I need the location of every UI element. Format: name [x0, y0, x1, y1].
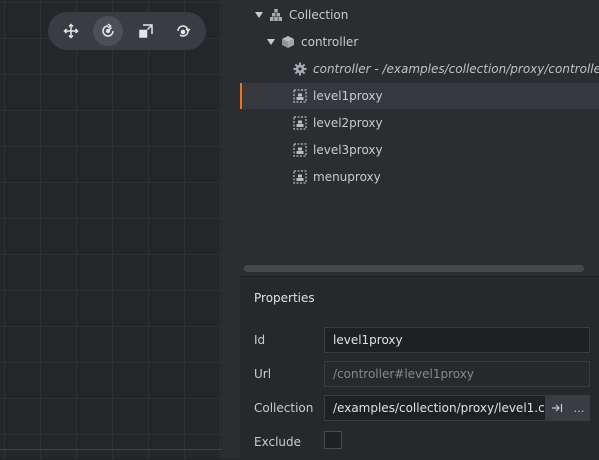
collection-proxy-icon	[293, 89, 307, 103]
tree-label-proxy: level2proxy	[313, 116, 383, 130]
scene-viewport[interactable]	[0, 0, 222, 459]
tree-row-script[interactable]: controller - /examples/collection/proxy/…	[240, 56, 599, 82]
tree-label-script: controller - /examples/collection/proxy/…	[313, 62, 599, 76]
collection-proxy-icon	[293, 143, 307, 157]
expand-arrow-icon[interactable]	[267, 39, 275, 45]
x-axis-line	[0, 449, 222, 450]
collection-field[interactable]: /examples/collection/proxy/level1.co	[324, 395, 546, 421]
goto-icon	[552, 404, 563, 412]
tree-row-proxy[interactable]: level3proxy	[240, 137, 599, 163]
collection-proxy-icon	[293, 116, 307, 130]
rotate-tool-button[interactable]	[93, 16, 124, 46]
id-field[interactable]: level1proxy	[324, 327, 590, 353]
scale-tool-button[interactable]	[131, 16, 161, 46]
scale-icon	[139, 24, 153, 38]
goto-resource-button[interactable]	[546, 395, 568, 421]
collection-label: Collection	[254, 401, 314, 415]
properties-panel: Properties Id level1proxy Url /controlle…	[240, 276, 599, 460]
exclude-checkbox[interactable]	[324, 431, 342, 449]
url-field: /controller#level1proxy	[324, 361, 590, 387]
game-object-icon	[282, 36, 294, 48]
rotate-icon	[102, 23, 114, 37]
gear-icon	[293, 62, 307, 76]
tree-label-proxy: level3proxy	[313, 143, 383, 157]
expand-arrow-icon[interactable]	[255, 12, 263, 18]
tree-label-collection: Collection	[289, 8, 349, 22]
browse-resource-button[interactable]: …	[568, 395, 590, 421]
tree-row-proxy[interactable]: level1proxy	[240, 83, 599, 109]
collection-proxy-icon	[293, 170, 307, 184]
tree-label-proxy: menuproxy	[313, 170, 381, 184]
tree-row-controller[interactable]: controller	[240, 29, 599, 55]
tree-row-proxy[interactable]: menuproxy	[240, 164, 599, 190]
collection-icon	[270, 9, 282, 21]
outline-panel: Collection controller controller - /exam…	[240, 0, 599, 276]
exclude-label: Exclude	[254, 435, 302, 449]
tree-label-proxy: level1proxy	[313, 89, 383, 103]
camera-reset-icon	[177, 25, 191, 37]
move-tool-button[interactable]	[56, 16, 86, 46]
id-label: Id	[254, 333, 266, 347]
panel-divider[interactable]	[222, 0, 240, 459]
tree-row-proxy[interactable]: level2proxy	[240, 110, 599, 136]
camera-reset-button[interactable]	[168, 16, 198, 46]
tree-row-collection[interactable]: Collection	[240, 2, 599, 28]
move-icon	[63, 23, 79, 39]
tree-label-controller: controller	[301, 35, 359, 49]
outline-horizontal-scrollbar[interactable]	[244, 265, 584, 272]
properties-title: Properties	[254, 291, 315, 305]
transform-toolbar	[48, 12, 206, 50]
url-label: Url	[254, 367, 272, 381]
